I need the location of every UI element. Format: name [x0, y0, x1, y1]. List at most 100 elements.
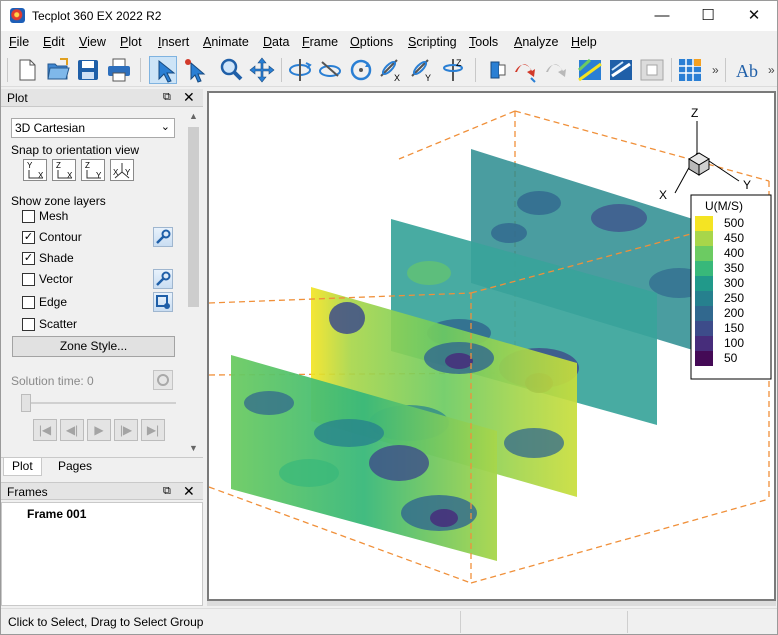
legend-title: U(M/S) — [705, 199, 743, 213]
legend-swatch — [695, 351, 713, 366]
scrollbar-thumb[interactable] — [188, 127, 199, 307]
plot-panel-title: Plot — [7, 91, 28, 105]
menu-scripting[interactable]: Scripting — [408, 35, 457, 49]
adjustor-arrow-icon[interactable] — [181, 56, 209, 84]
frame-item[interactable]: Frame 001 — [27, 507, 86, 521]
last-step-icon[interactable]: ▶| — [141, 419, 165, 441]
play-icon[interactable]: ▶ — [87, 419, 111, 441]
sidebar-tabs: Plot Pages — [1, 457, 203, 476]
slice-icon[interactable] — [576, 56, 604, 84]
vector-settings-icon[interactable] — [153, 269, 173, 289]
shade-checkbox[interactable]: ✓ — [22, 252, 35, 265]
toolbar-separator — [475, 58, 476, 82]
legend-swatch — [695, 246, 713, 261]
menu-insert[interactable]: Insert — [158, 35, 189, 49]
status-bar: Click to Select, Drag to Select Group — [1, 608, 777, 634]
menu-edit[interactable]: Edit — [43, 35, 65, 49]
select-arrow-icon[interactable] — [149, 56, 177, 84]
contour-legend[interactable]: U(M/S) 50045040035030025020015010050 — [690, 194, 772, 380]
plot-panel-scrollbar[interactable]: ▲ ▼ — [185, 109, 202, 457]
minimize-button[interactable]: — — [639, 1, 685, 31]
orient-yz-button[interactable]: ZY — [81, 159, 105, 181]
edge-settings-icon[interactable] — [153, 292, 173, 312]
plot-canvas[interactable]: Z X Y U(M/S) 500 450 400 350 300 250 200 150 100… — [207, 91, 776, 601]
open-file-icon[interactable] — [44, 56, 72, 84]
menu-animate[interactable]: Animate — [203, 35, 249, 49]
menu-frame[interactable]: Frame — [302, 35, 338, 49]
new-file-icon[interactable] — [13, 56, 41, 84]
orient-3d-button[interactable]: XY — [110, 159, 134, 181]
tecplot-logo-icon — [10, 8, 25, 23]
menu-plot[interactable]: Plot — [120, 35, 142, 49]
float-frames-icon[interactable]: ⧉ — [163, 485, 175, 497]
zoom-icon[interactable] — [217, 56, 245, 84]
plot-type-select[interactable]: 3D Cartesian ⌄ — [11, 118, 175, 138]
splitter[interactable] — [207, 601, 776, 606]
rotate-y-icon[interactable]: Y — [408, 56, 436, 84]
translate-icon[interactable] — [248, 56, 276, 84]
float-panel-icon[interactable]: ⧉ — [163, 91, 175, 103]
rotate-rollerball-icon[interactable] — [316, 56, 344, 84]
toolbar-overflow-chevron[interactable]: » — [712, 63, 719, 77]
scroll-down-icon[interactable]: ▼ — [189, 443, 198, 453]
edge-checkbox[interactable] — [22, 296, 35, 309]
text-tool-icon[interactable]: Ab — [734, 56, 762, 84]
rotate-x-icon[interactable]: X — [377, 56, 405, 84]
legend-swatch — [695, 216, 713, 231]
legend-level-label: 400 — [724, 246, 744, 260]
contour-levels-icon[interactable] — [676, 56, 704, 84]
orient-xz-button[interactable]: ZX — [52, 159, 76, 181]
vector-checkbox[interactable] — [22, 273, 35, 286]
maximize-button[interactable]: ☐ — [685, 1, 731, 31]
status-separator — [627, 611, 628, 633]
toolbar-separator — [671, 58, 672, 82]
solution-time-settings-icon[interactable] — [153, 370, 173, 390]
menu-help[interactable]: Help — [571, 35, 597, 49]
legend-swatch — [695, 261, 713, 276]
probe-icon[interactable] — [483, 56, 511, 84]
scroll-up-icon[interactable]: ▲ — [189, 111, 198, 121]
close-window-button[interactable]: ✕ — [731, 1, 777, 31]
save-icon[interactable] — [74, 56, 102, 84]
legend-level-label: 50 — [724, 351, 738, 365]
rotate-spherical-icon[interactable] — [286, 56, 314, 84]
solution-time-slider-track[interactable] — [24, 402, 176, 404]
menu-data[interactable]: Data — [263, 35, 289, 49]
menu-view[interactable]: View — [79, 35, 106, 49]
tab-pages[interactable]: Pages — [50, 458, 100, 476]
mesh-checkbox[interactable] — [22, 210, 35, 223]
blanking-disabled-icon[interactable] — [638, 56, 666, 84]
step-back-icon[interactable]: ◀| — [60, 419, 84, 441]
twist-rotate-icon[interactable] — [347, 56, 375, 84]
axis-z-label: Z — [691, 106, 698, 120]
close-panel-icon[interactable]: ✕ — [183, 89, 195, 106]
streamtrace-icon[interactable] — [513, 56, 541, 84]
axis-y-label: Y — [743, 178, 751, 192]
print-icon[interactable] — [105, 56, 133, 84]
frames-panel-header: Frames ⧉ ✕ — [1, 482, 203, 500]
zone-style-button[interactable]: Zone Style... — [12, 336, 175, 357]
menu-file[interactable]: File — [9, 35, 29, 49]
legend-level-label: 150 — [724, 321, 744, 335]
solution-time-slider-thumb[interactable] — [21, 394, 31, 412]
step-forward-icon[interactable]: |▶ — [114, 419, 138, 441]
contour-checkbox[interactable]: ✓ — [22, 231, 35, 244]
menu-tools[interactable]: Tools — [469, 35, 498, 49]
solution-time-label: Solution time: 0 — [11, 374, 94, 388]
menu-analyze[interactable]: Analyze — [514, 35, 558, 49]
toolbar-overflow-chevron-2[interactable]: » — [768, 63, 775, 77]
first-step-icon[interactable]: |◀ — [33, 419, 57, 441]
close-frames-icon[interactable]: ✕ — [183, 483, 195, 500]
tab-plot[interactable]: Plot — [3, 458, 42, 476]
contour-settings-icon[interactable] — [153, 227, 173, 247]
streamtrace-disabled-icon[interactable] — [544, 56, 572, 84]
orient-xy-button[interactable]: YX — [23, 159, 47, 181]
isosurface-icon[interactable] — [607, 56, 635, 84]
rotate-z-icon[interactable]: Z — [439, 56, 467, 84]
svg-text:X: X — [394, 73, 400, 83]
legend-swatch — [695, 321, 713, 336]
menu-options[interactable]: Options — [350, 35, 393, 49]
svg-text:Y: Y — [425, 73, 431, 83]
status-separator — [460, 611, 461, 633]
scatter-checkbox[interactable] — [22, 318, 35, 331]
